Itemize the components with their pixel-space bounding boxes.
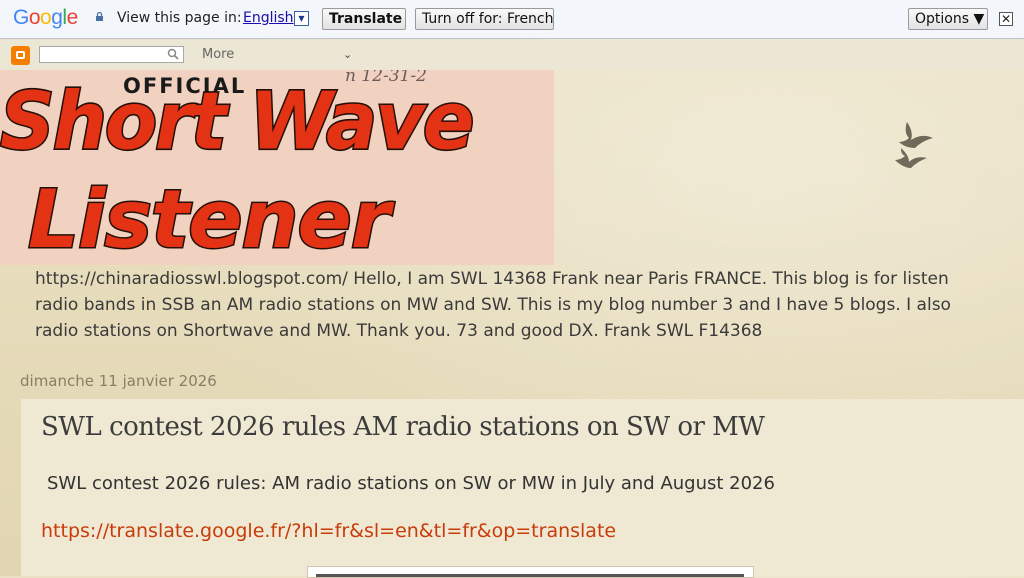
language-dropdown-icon[interactable]: ▼ xyxy=(294,11,309,26)
translate-bar: Google View this page in: English ▼ Tran… xyxy=(0,0,1024,39)
turn-off-button[interactable]: Turn off for: French xyxy=(415,8,554,30)
lock-icon xyxy=(96,12,103,21)
post-date: dimanche 11 janvier 2026 xyxy=(20,372,217,390)
language-link[interactable]: English xyxy=(243,10,294,26)
description-line: radio bands in SSB an AM radio stations … xyxy=(35,295,951,315)
google-logo: Google xyxy=(13,6,78,29)
blog-description: https://chinaradiosswl.blogspot.com/ Hel… xyxy=(35,266,1024,344)
translate-button[interactable]: Translate xyxy=(322,8,406,30)
post-link[interactable]: https://translate.google.fr/?hl=fr&sl=en… xyxy=(41,520,616,542)
description-line: https://chinaradiosswl.blogspot.com/ Hel… xyxy=(35,269,949,289)
birds-icon xyxy=(895,122,933,168)
options-button[interactable]: Options ▼ xyxy=(908,8,988,30)
banner-title-line1: Short Wave xyxy=(0,72,476,169)
blogger-navbar: More ⌄ xyxy=(0,40,1024,70)
header-banner[interactable]: OFFICIAL n 12-31-2 Short Wave Listener xyxy=(0,70,554,265)
blogger-icon[interactable] xyxy=(11,46,30,65)
description-line: radio stations on Shortwave and MW. Than… xyxy=(35,321,763,341)
search-input[interactable] xyxy=(39,46,184,63)
search-icon[interactable] xyxy=(167,48,179,60)
close-icon[interactable]: ✕ xyxy=(999,12,1013,26)
banner-title-line2: Listener xyxy=(26,172,391,266)
translate-prompt: View this page in: xyxy=(117,10,242,26)
chevron-down-icon[interactable]: ⌄ xyxy=(343,48,352,61)
post-subtitle: SWL contest 2026 rules: AM radio station… xyxy=(47,473,775,494)
post-title[interactable]: SWL contest 2026 rules AM radio stations… xyxy=(41,412,765,442)
more-menu[interactable]: More xyxy=(202,47,234,62)
post-image[interactable] xyxy=(307,566,754,578)
